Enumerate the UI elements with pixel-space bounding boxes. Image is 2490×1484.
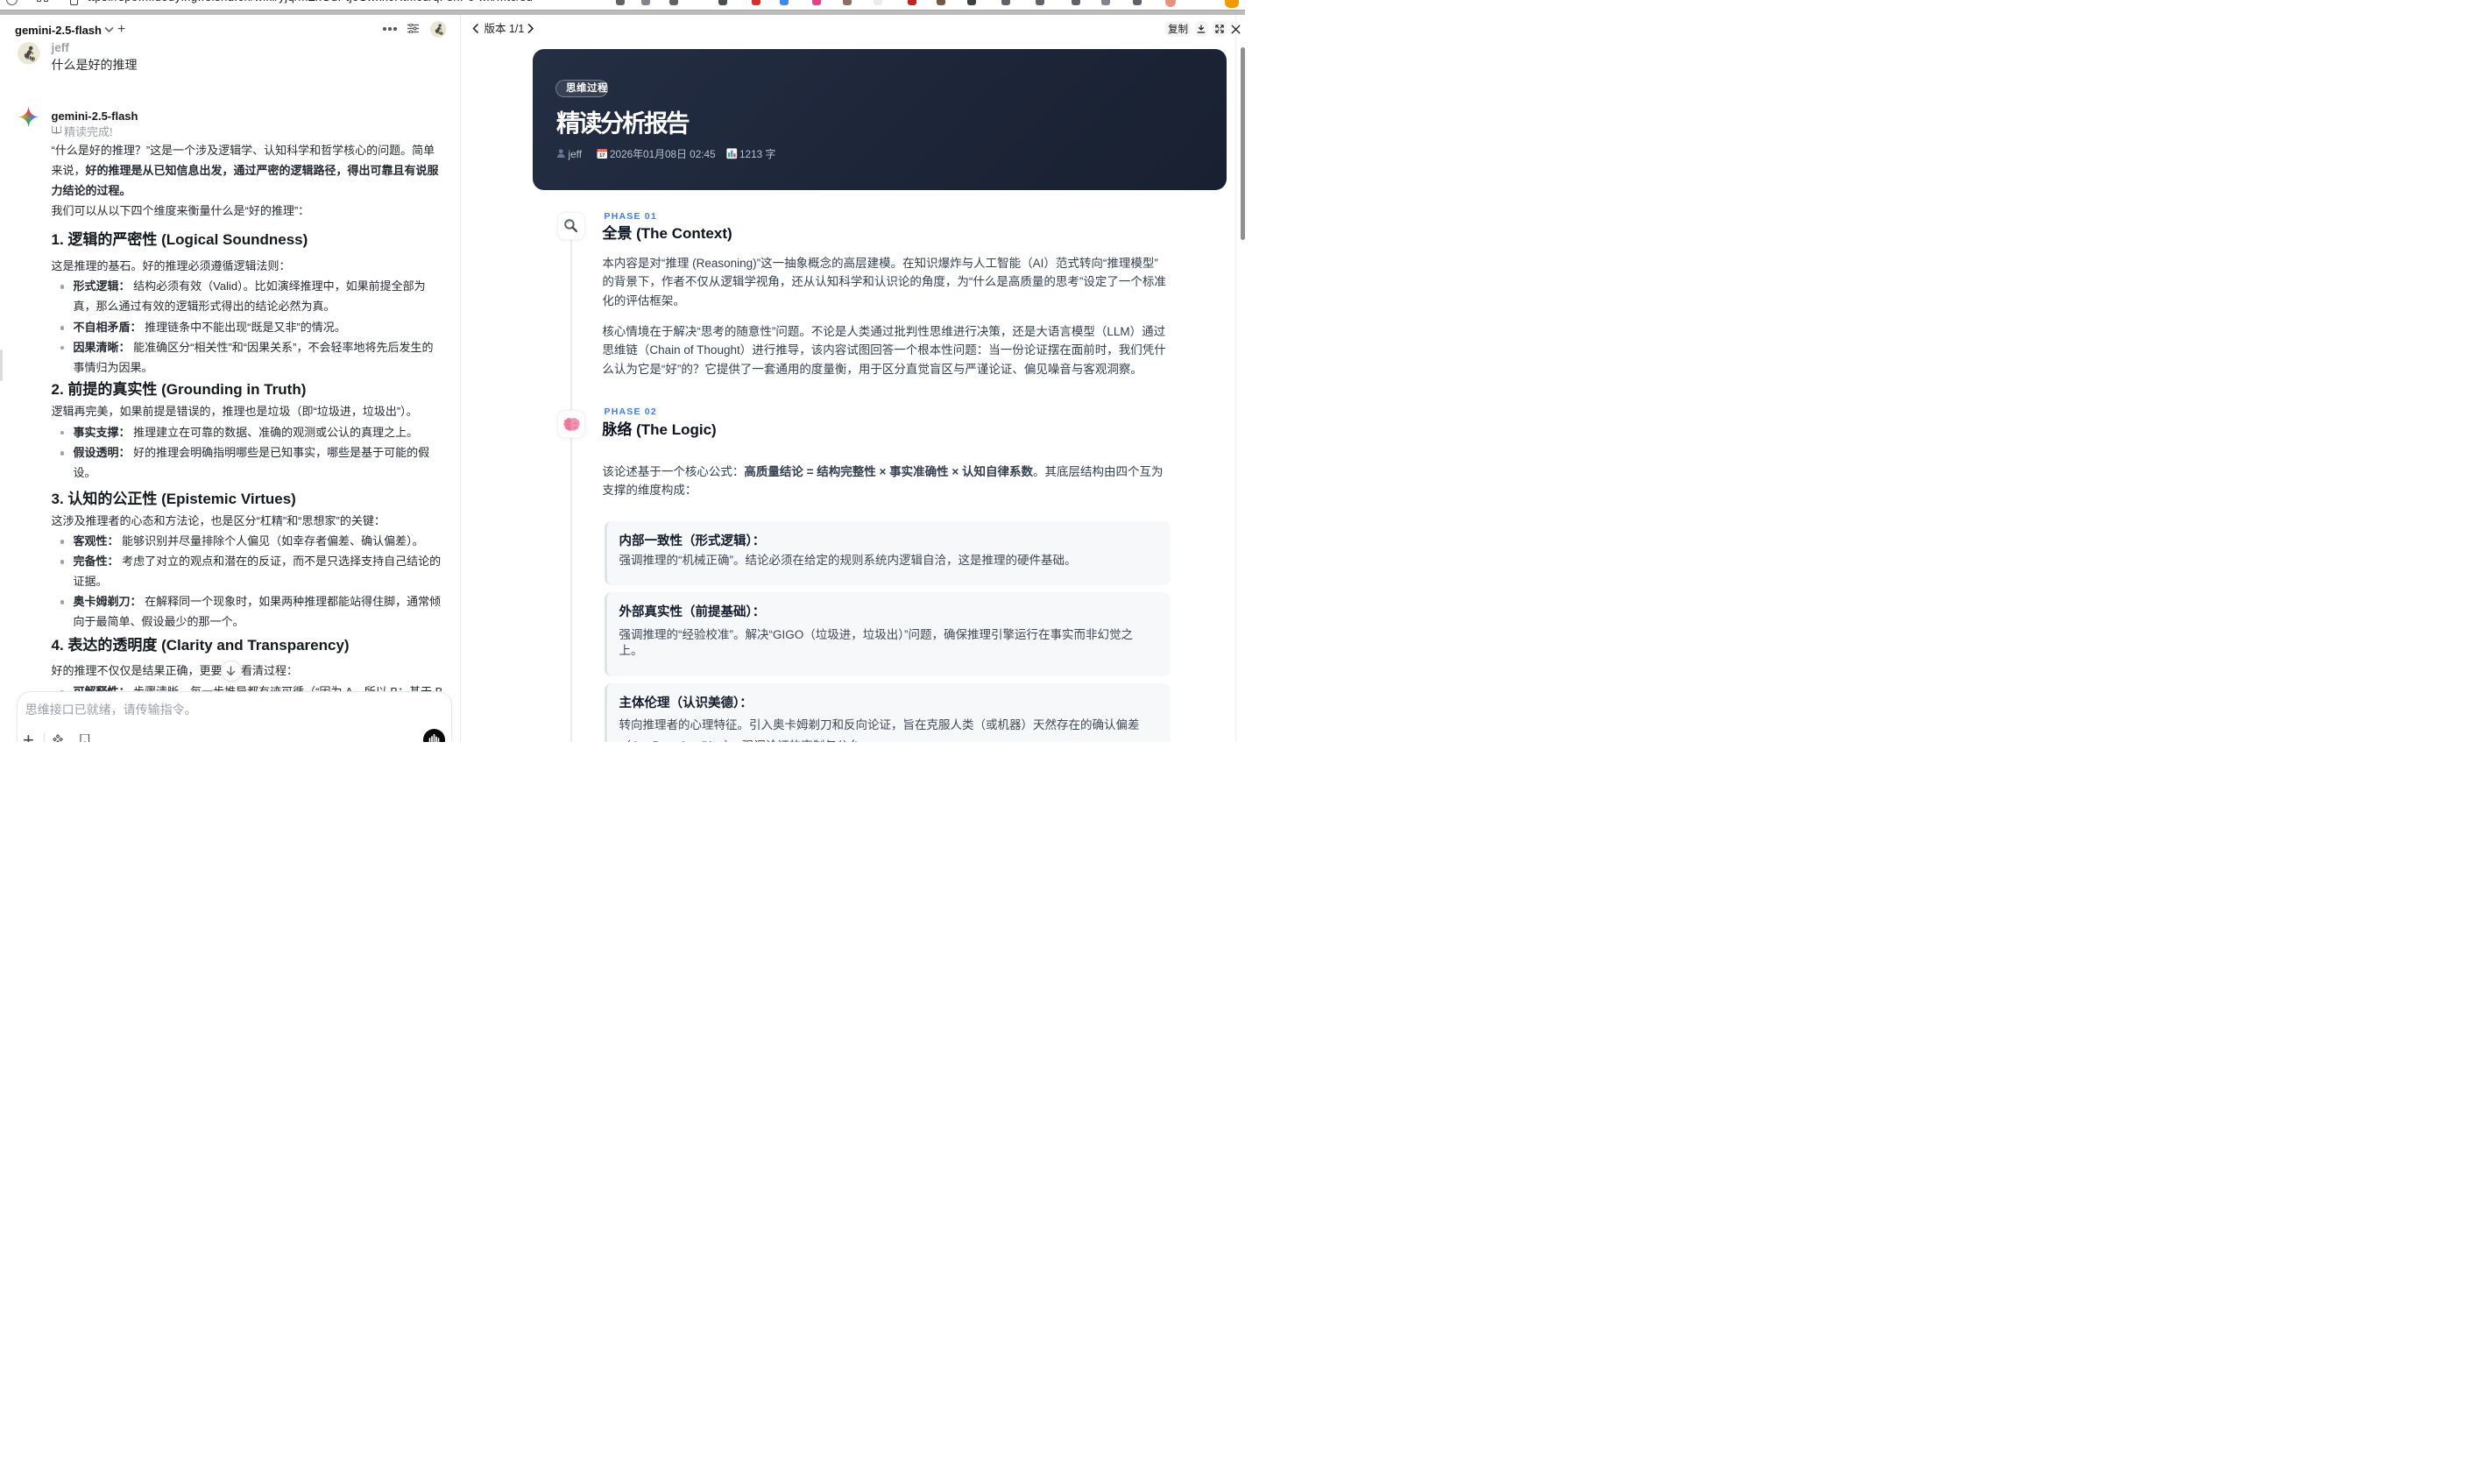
svg-text:17: 17 [599, 153, 605, 159]
